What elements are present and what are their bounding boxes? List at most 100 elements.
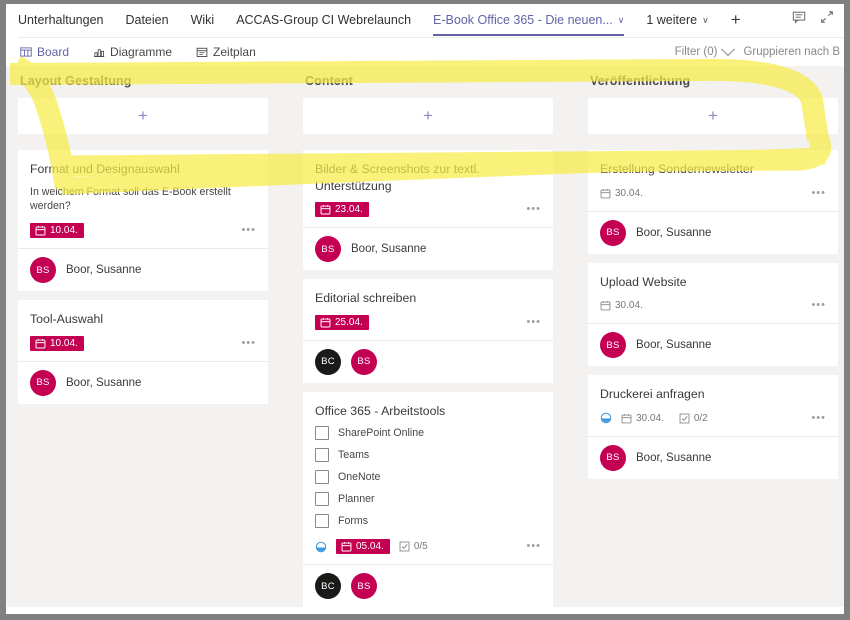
due-date-label: 10.04. <box>50 337 78 349</box>
tab-4[interactable]: E-Book Office 365 - Die neuen... ∨ <box>433 13 625 36</box>
due-date-badge[interactable]: 10.04. <box>30 335 84 351</box>
checkbox-icon[interactable] <box>315 514 329 529</box>
task-card[interactable]: Druckerei anfragen 30.04. 0/2 ••• BS Boor, Su… <box>588 375 838 479</box>
task-description: In welchem Format soll das E-Book erstel… <box>30 185 231 213</box>
checklist-item[interactable]: Teams <box>315 448 541 463</box>
task-more-options-button[interactable]: ••• <box>241 225 256 236</box>
avatar[interactable]: BS <box>351 348 377 375</box>
due-date-label: 30.04. <box>615 187 643 199</box>
task-more-options-button[interactable]: ••• <box>241 337 256 349</box>
task-more-options-button[interactable]: ••• <box>526 204 541 215</box>
task-assignees: BS Boor, Susanne <box>588 435 838 479</box>
task-title: Erstellung Sondernewsletter <box>600 162 754 176</box>
avatar[interactable]: BS <box>315 236 341 263</box>
checkbox-icon[interactable] <box>315 492 329 507</box>
avatar[interactable]: BC <box>315 573 341 600</box>
task-card[interactable]: Erstellung Sondernewsletter 30.04. ••• BS Bo… <box>588 150 838 254</box>
add-task-button[interactable]: + <box>303 98 553 134</box>
expand-icon[interactable] <box>820 10 834 24</box>
calendar-icon <box>600 300 611 311</box>
checklist-item-label: Teams <box>338 449 370 462</box>
group-by-button[interactable]: Gruppieren nach B <box>743 46 840 58</box>
add-task-button[interactable]: + <box>588 98 838 134</box>
add-tab-button[interactable]: + <box>731 10 741 32</box>
bucket-title: Veröffentlichung <box>590 74 691 88</box>
task-assignees: BS Boor, Susanne <box>18 248 268 291</box>
task-card[interactable]: Format und Designauswahl In welchem Forma… <box>18 150 268 292</box>
checklist-item[interactable]: Planner <box>315 492 541 507</box>
task-assignees: BC BS <box>303 564 553 607</box>
task-title: Tool-Auswahl <box>30 312 104 327</box>
task-checklist: SharePoint Online Teams OneNote Planner Form… <box>315 426 541 529</box>
view-diagramme[interactable]: Diagramme <box>93 45 172 59</box>
avatar[interactable]: BS <box>600 219 626 246</box>
due-date-badge[interactable]: 30.04. <box>600 298 649 313</box>
due-date-label: 10.04. <box>50 225 78 237</box>
chevron-down-icon: ∨ <box>702 15 709 25</box>
checkbox-checked-icon <box>399 541 410 552</box>
calendar-icon <box>35 338 46 349</box>
filter-button[interactable]: Filter (0) <box>675 42 736 58</box>
view-label: Diagramme <box>110 45 173 59</box>
task-title: Upload Website <box>600 274 687 289</box>
due-date-badge[interactable]: 05.04. <box>336 539 390 555</box>
due-date-badge[interactable]: 23.04. <box>315 202 369 218</box>
checkbox-checked-icon <box>679 413 690 424</box>
bucket-column: Layout Gestaltung + Format und Designauswa… <box>18 74 268 607</box>
due-date-label: 30.04. <box>636 412 664 424</box>
chevron-down-icon: ∨ <box>617 15 625 25</box>
tab-2[interactable]: Wiki <box>191 13 215 29</box>
task-card[interactable]: Office 365 - Arbeitstools SharePoint Onli… <box>303 391 553 607</box>
task-more-options-button[interactable]: ••• <box>526 316 541 328</box>
task-more-options-button[interactable]: ••• <box>526 541 541 552</box>
tab-label: Dateien <box>125 13 169 27</box>
checkbox-icon[interactable] <box>315 470 329 485</box>
chevron-down-icon <box>721 42 736 57</box>
bucket-title: Content <box>305 74 353 88</box>
checkbox-icon[interactable] <box>315 426 329 441</box>
task-assignees: BS Boor, Susanne <box>303 227 553 270</box>
view-zeitplan[interactable]: Zeitplan <box>196 45 256 59</box>
calendar-icon <box>35 225 46 236</box>
tab-5[interactable]: 1 weitere ∨ <box>646 13 708 29</box>
app-window: Unterhaltungen Dateien Wiki ACCAS-Group CI … <box>6 4 844 614</box>
checklist-item[interactable]: OneNote <box>315 470 541 485</box>
chat-icon[interactable] <box>792 10 806 24</box>
priority-icon <box>600 412 612 424</box>
task-more-options-button[interactable]: ••• <box>811 412 826 424</box>
avatar[interactable]: BC <box>315 348 341 375</box>
task-card[interactable]: Editorial schreiben 25.04. ••• BC BS <box>303 279 553 383</box>
task-more-options-button[interactable]: ••• <box>811 187 826 199</box>
task-card[interactable]: Tool-Auswahl 10.04. ••• BS Boor, Susanne <box>18 300 268 404</box>
due-date-badge[interactable]: 10.04. <box>30 223 84 239</box>
planner-board[interactable]: Layout Gestaltung + Format und Designauswa… <box>6 66 844 607</box>
task-title: Bilder & Screenshots zur textl. Unterstü… <box>315 162 480 193</box>
task-more-options-button[interactable]: ••• <box>811 300 826 311</box>
checklist-item[interactable]: SharePoint Online <box>315 426 541 441</box>
board-icon <box>20 46 32 58</box>
avatar[interactable]: BS <box>30 257 56 284</box>
calendar-icon <box>341 541 352 552</box>
view-board[interactable]: Board <box>20 45 69 59</box>
tab-list: Unterhaltungen Dateien Wiki ACCAS-Group CI … <box>18 10 741 36</box>
due-date-badge[interactable]: 30.04. <box>621 411 670 426</box>
add-task-button[interactable]: + <box>18 98 268 134</box>
tab-1[interactable]: Dateien <box>125 13 168 29</box>
task-card[interactable]: Upload Website 30.04. ••• BS Boor, Susanne <box>588 262 838 367</box>
avatar[interactable]: BS <box>600 332 626 359</box>
due-date-badge[interactable]: 30.04. <box>600 186 649 201</box>
calendar-icon <box>621 413 632 424</box>
task-meta: 10.04. ••• <box>30 222 256 239</box>
checkbox-icon[interactable] <box>315 448 329 463</box>
task-meta: 10.04. ••• <box>30 335 256 352</box>
tab-0[interactable]: Unterhaltungen <box>18 13 103 29</box>
task-card[interactable]: Bilder & Screenshots zur textl. Unterstü… <box>303 150 553 271</box>
due-date-badge[interactable]: 25.04. <box>315 314 369 330</box>
avatar[interactable]: BS <box>30 369 56 396</box>
checklist-item[interactable]: Forms <box>315 514 541 529</box>
avatar[interactable]: BS <box>351 573 377 600</box>
view-label: Board <box>37 45 70 59</box>
avatar[interactable]: BS <box>600 444 626 471</box>
task-body: Editorial schreiben 25.04. ••• <box>303 279 553 340</box>
tab-3[interactable]: ACCAS-Group CI Webrelaunch <box>236 13 411 29</box>
